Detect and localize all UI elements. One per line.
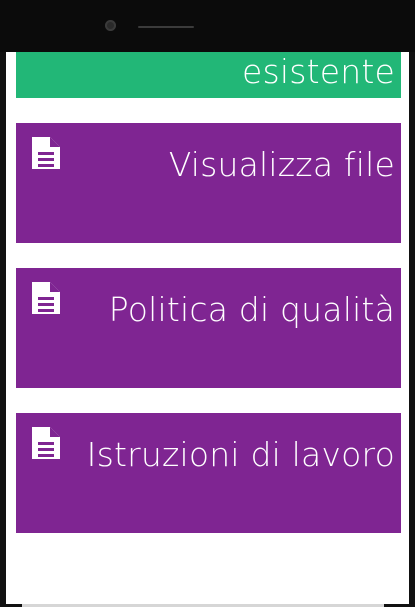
tile-quality-policy[interactable]: Politica di qualità [16,268,401,388]
document-icon [30,425,62,461]
tile-label: Istruzioni di lavoro [86,435,395,474]
earpiece-speaker [138,26,194,28]
document-icon [30,135,62,171]
tile-label: esistente [241,52,395,91]
front-camera [105,20,116,31]
tile-work-instructions[interactable]: Istruzioni di lavoro [16,413,401,533]
phone-top-bezel [0,0,415,52]
app-screen: esistente Visualizza file Politica di qu… [6,52,409,604]
tile-label: Visualizza file [168,145,395,184]
document-icon [30,280,62,316]
tile-label: Politica di qualità [108,290,395,329]
tile-view-files[interactable]: Visualizza file [16,123,401,243]
tile-existing[interactable]: esistente [16,52,401,98]
